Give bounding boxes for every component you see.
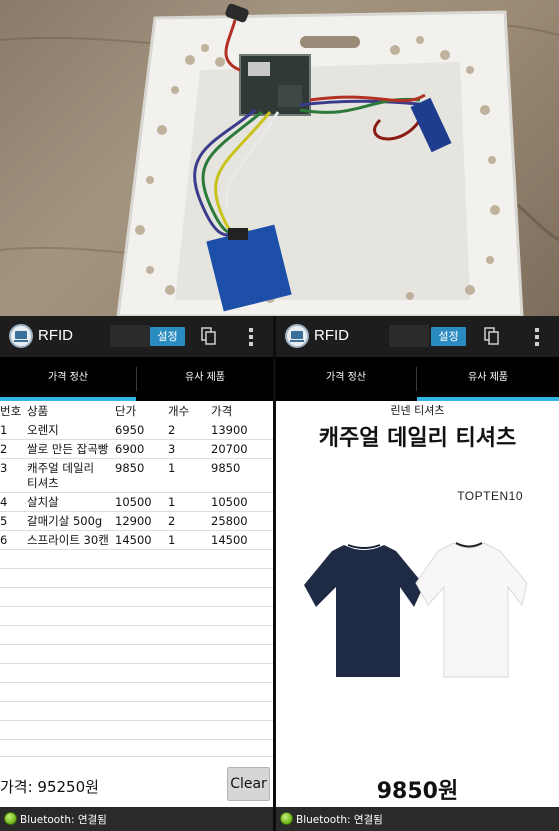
row-qty: 1 [168,495,176,509]
action-bar: RFID 설정 [0,316,273,357]
action-bar: RFID 설정 [276,316,559,357]
row-price: 14500 [211,533,248,547]
table-row[interactable]: 6 스프라이트 30캔 14500 1 14500 [0,531,273,550]
tab-price-settlement[interactable]: 가격 정산 [0,357,136,401]
row-price: 20700 [211,442,248,456]
row-name: 캐주얼 데일리 티셔츠 [27,461,95,490]
table-header: 번호 상품 단가 개수 가격 [0,403,273,421]
row-qty: 1 [168,533,176,547]
col-no: 번호 [0,404,22,418]
total-price: 가격: 95250원 [0,778,99,796]
app-monitor-icon [9,324,33,348]
bluetooth-status: Bluetooth: 연결됨 [296,814,383,826]
row-name: 갈매기살 500g [27,514,103,528]
copy-icon[interactable] [201,327,217,345]
col-qty: 개수 [168,404,190,418]
row-no: 4 [0,495,8,509]
bluetooth-status: Bluetooth: 연결됨 [20,814,107,826]
settings-button[interactable]: 설정 [431,327,466,346]
bluetooth-status-bar: Bluetooth: 연결됨 [276,807,559,831]
clear-button[interactable]: Clear [227,767,270,801]
row-no: 3 [0,461,8,475]
app-title: RFID [314,327,349,344]
table-row[interactable]: 3 캐주얼 데일리 티셔츠 9850 1 9850 [0,459,273,493]
tab-bar: 가격 정산 유사 제품 [276,357,559,401]
app-monitor-icon [285,324,309,348]
hardware-photo [0,0,559,316]
overflow-menu-icon[interactable] [534,328,540,346]
table-row[interactable]: 2 쌀로 만든 잡곡빵 6900 3 20700 [0,440,273,459]
settings-button[interactable]: 설정 [150,327,185,346]
connection-status-icon [280,812,293,825]
table-row[interactable]: 1 오렌지 6950 2 13900 [0,421,273,440]
row-name: 오렌지 [27,423,59,437]
row-price: 25800 [211,514,248,528]
row-qty: 2 [168,514,176,528]
device-field[interactable] [389,325,429,347]
row-unit: 9850 [115,461,145,475]
row-name: 쌀로 만든 잡곡빵 [27,442,109,456]
table-row[interactable]: 4 살치살 10500 1 10500 [0,493,273,512]
right-phone-screen: RFID 설정 가격 정산 유사 제품 린넨 티셔츠 캐주얼 데일리 티셔츠 T… [276,316,559,831]
product-image[interactable]: TOPTEN10 [304,455,527,771]
row-unit: 10500 [115,495,152,509]
col-unit: 단가 [115,404,137,418]
row-unit: 14500 [115,533,152,547]
copy-icon[interactable] [484,327,500,345]
row-no: 2 [0,442,8,456]
tab-bar: 가격 정산 유사 제품 [0,357,273,401]
row-name: 스프라이트 30캔 [27,533,109,547]
connection-status-icon [4,812,17,825]
tab-price-settlement[interactable]: 가격 정산 [276,357,416,401]
bluetooth-status-bar: Bluetooth: 연결됨 [0,807,273,831]
row-price: 10500 [211,495,248,509]
left-phone-screen: RFID 설정 가격 정산 유사 제품 번호 상품 단가 개수 가격 1 오렌지… [0,316,273,831]
table-row[interactable]: 5 갈매기살 500g 12900 2 25800 [0,512,273,531]
row-name: 살치살 [27,495,59,509]
row-unit: 6950 [115,423,145,437]
col-item: 상품 [27,404,49,418]
row-price: 13900 [211,423,248,437]
tab-similar-products[interactable]: 유사 제품 [137,357,273,401]
row-qty: 3 [168,442,176,456]
row-no: 5 [0,514,8,528]
device-field[interactable] [110,325,150,347]
col-price: 가격 [211,404,233,418]
product-title: 캐주얼 데일리 티셔츠 [318,426,517,451]
product-subtitle: 린넨 티셔츠 [390,404,445,417]
row-price: 9850 [211,461,241,475]
row-unit: 12900 [115,514,152,528]
row-no: 1 [0,423,8,437]
row-qty: 1 [168,461,176,475]
tab-similar-products[interactable]: 유사 제품 [417,357,559,401]
screenshot-root: RFID 설정 가격 정산 유사 제품 번호 상품 단가 개수 가격 1 오렌지… [0,0,559,831]
row-unit: 6900 [115,442,145,456]
row-qty: 2 [168,423,176,437]
app-title: RFID [38,327,73,344]
overflow-menu-icon[interactable] [248,328,254,346]
product-price: 9850원 [376,779,459,804]
row-no: 6 [0,533,8,547]
